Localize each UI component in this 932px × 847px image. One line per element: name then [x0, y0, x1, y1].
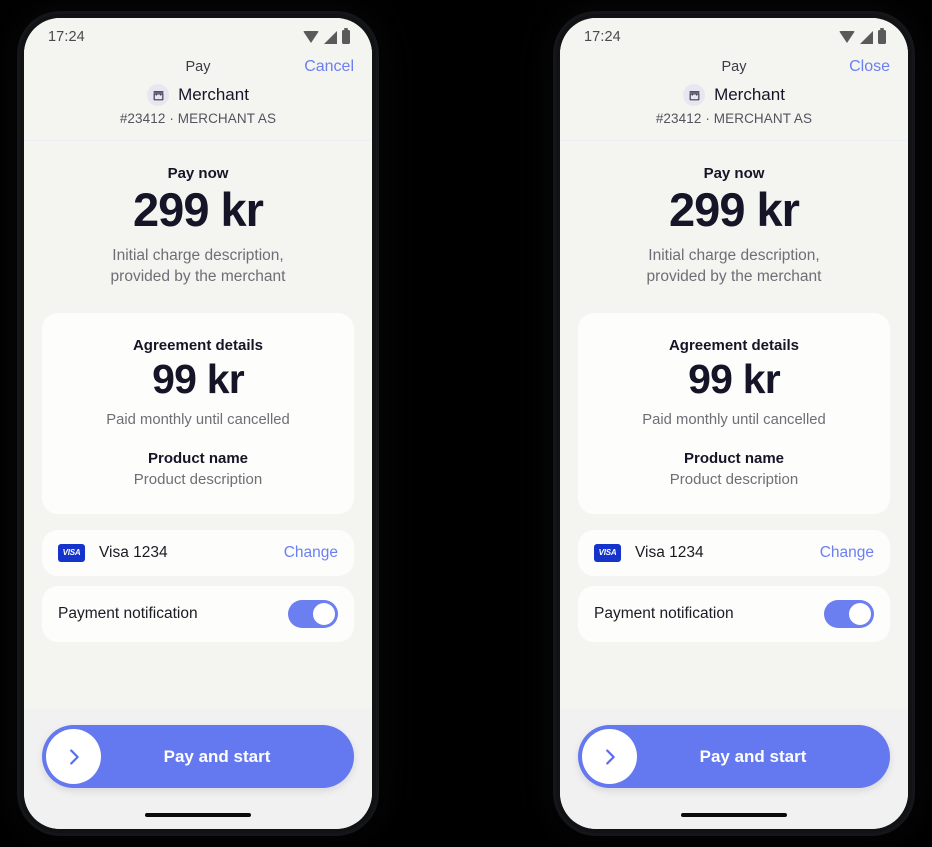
merchant-reference: #23412 · MERCHANT AS	[655, 111, 813, 126]
wifi-icon	[303, 31, 319, 43]
visa-card-icon: VISA	[58, 543, 85, 562]
toggle-knob	[849, 602, 871, 625]
agreement-title: Agreement details	[132, 337, 264, 355]
footer-bar: Pay and start	[24, 709, 372, 829]
payment-notification-row[interactable]: Payment notification	[578, 585, 890, 642]
merchant-name: Merchant	[178, 85, 249, 104]
phone-screen-right: 17:24 Pay Close Merchant #23412 · MERCHA…	[560, 18, 908, 829]
merchant-name: Merchant	[714, 85, 785, 104]
page-title: Pay	[721, 59, 747, 75]
payment-notification-row[interactable]: Payment notification	[42, 585, 354, 642]
payment-method-label: Visa 1234	[99, 543, 168, 561]
payment-notification-label: Payment notification	[58, 604, 198, 622]
agreement-amount: 99 kr	[152, 356, 245, 403]
pay-now-description-line1: Initial charge description,	[112, 246, 284, 264]
agreement-period: Paid monthly until cancelled	[642, 411, 826, 428]
pay-and-start-label: Pay and start	[699, 746, 807, 766]
battery-icon	[342, 28, 350, 44]
pay-now-description-line1: Initial charge description,	[648, 246, 820, 264]
pay-now-amount: 299 kr	[669, 183, 800, 236]
home-indicator	[681, 813, 787, 817]
phone-mockup-left: 17:24 Pay Cancel Merchant #23412 · MERCH…	[20, 14, 376, 833]
agreement-details-card: Agreement details 99 kr Paid monthly unt…	[42, 313, 354, 514]
change-payment-method-button[interactable]: Change	[820, 544, 874, 562]
agreement-product-name: Product name	[147, 449, 249, 467]
pay-and-start-button[interactable]: Pay and start	[42, 725, 354, 788]
pay-now-description-line2: provided by the merchant	[646, 268, 822, 285]
agreement-product-description: Product description	[133, 470, 263, 488]
storefront-icon	[683, 84, 706, 106]
merchant-row: Merchant	[42, 84, 354, 106]
pay-now-label: Pay now	[703, 165, 765, 182]
phone-screen-left: 17:24 Pay Cancel Merchant #23412 · MERCH…	[24, 18, 372, 829]
merchant-reference: #23412 · MERCHANT AS	[119, 111, 277, 126]
home-indicator	[145, 813, 251, 817]
chevron-right-icon	[582, 729, 637, 784]
status-bar-time: 17:24	[48, 29, 85, 45]
agreement-title: Agreement details	[668, 337, 800, 355]
agreement-details-card: Agreement details 99 kr Paid monthly unt…	[578, 313, 890, 514]
agreement-product-description: Product description	[669, 470, 799, 488]
cancel-button[interactable]: Cancel	[304, 56, 354, 78]
page-title: Pay	[185, 59, 211, 75]
agreement-product-name: Product name	[683, 449, 785, 467]
toggle-knob	[313, 602, 335, 625]
pay-now-description: Initial charge description, provided by …	[42, 245, 354, 288]
screenshot-canvas: 17:24 Pay Cancel Merchant #23412 · MERCH…	[0, 0, 932, 847]
pay-now-description-line2: provided by the merchant	[110, 268, 286, 285]
merchant-row: Merchant	[578, 84, 890, 106]
cellular-signal-icon	[324, 30, 337, 44]
agreement-amount: 99 kr	[688, 356, 781, 403]
payment-notification-label: Payment notification	[594, 604, 734, 622]
app-header: Pay Close Merchant #23412 · MERCHANT AS	[560, 56, 908, 141]
phone-mockup-right: 17:24 Pay Close Merchant #23412 · MERCHA…	[556, 14, 912, 833]
main-content: Pay now 299 kr Initial charge descriptio…	[560, 141, 908, 709]
header-title-row: Pay Close	[578, 56, 891, 78]
storefront-icon	[147, 84, 170, 106]
payment-method-label: Visa 1234	[635, 543, 704, 561]
pay-now-description: Initial charge description, provided by …	[578, 245, 890, 288]
wifi-icon	[839, 31, 855, 43]
close-button[interactable]: Close	[849, 56, 890, 78]
pay-now-label: Pay now	[167, 165, 229, 182]
status-bar-time: 17:24	[584, 29, 621, 45]
cellular-signal-icon	[860, 30, 873, 44]
header-title-row: Pay Cancel	[42, 56, 355, 78]
status-bar: 17:24	[560, 18, 908, 56]
change-payment-method-button[interactable]: Change	[284, 544, 338, 562]
status-bar: 17:24	[24, 18, 372, 56]
payment-notification-toggle[interactable]	[824, 599, 874, 628]
visa-card-icon: VISA	[594, 543, 621, 562]
main-content: Pay now 299 kr Initial charge descriptio…	[24, 141, 372, 709]
chevron-right-icon	[46, 729, 101, 784]
visa-badge-text: VISA	[598, 548, 617, 558]
footer-bar: Pay and start	[560, 709, 908, 829]
app-header: Pay Cancel Merchant #23412 · MERCHANT AS	[24, 56, 372, 141]
payment-method-row[interactable]: VISA Visa 1234 Change	[42, 529, 354, 576]
payment-notification-toggle[interactable]	[288, 599, 338, 628]
payment-method-row[interactable]: VISA Visa 1234 Change	[578, 529, 890, 576]
agreement-period: Paid monthly until cancelled	[106, 411, 290, 428]
pay-now-amount: 299 kr	[133, 183, 264, 236]
status-bar-icons	[839, 28, 886, 44]
pay-and-start-button[interactable]: Pay and start	[578, 725, 890, 788]
pay-and-start-label: Pay and start	[163, 746, 271, 766]
status-bar-icons	[303, 28, 350, 44]
visa-badge-text: VISA	[62, 548, 81, 558]
battery-icon	[878, 28, 886, 44]
